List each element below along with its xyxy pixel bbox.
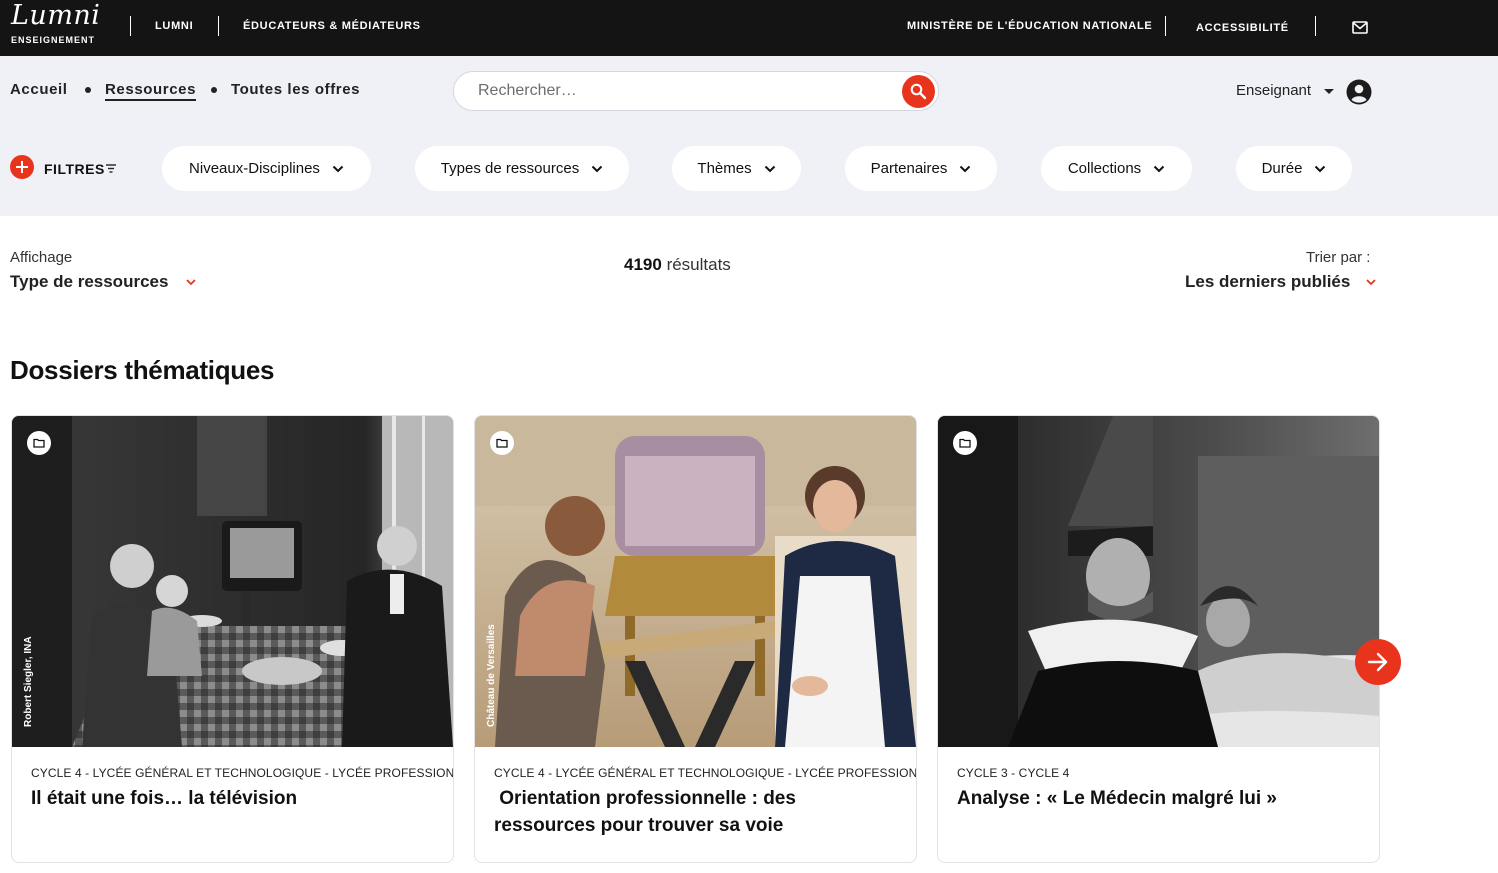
folder-icon [33, 438, 45, 448]
plus-icon [10, 155, 34, 179]
card-title[interactable]: Analyse : « Le Médecin malgré lui » [957, 785, 1362, 812]
filters-label: FILTRES [44, 161, 105, 177]
results-count: 4190 résultats [624, 255, 731, 275]
card-levels: CYCLE 4 - LYCÉE GÉNÉRAL ET TECHNOLOGIQUE… [494, 766, 917, 780]
user-icon[interactable] [1346, 79, 1372, 105]
chevron-down-icon [1153, 165, 1165, 172]
top-link-educateurs[interactable]: ÉDUCATEURS & MÉDIATEURS [243, 20, 421, 32]
chevron-down-icon [591, 165, 603, 172]
top-separator [218, 16, 219, 36]
card-title[interactable]: Orientation professionnelle : des ressou… [494, 785, 899, 839]
search-bar [453, 71, 939, 111]
display-selector[interactable]: Type de ressources [10, 272, 168, 292]
filter-label: Thèmes [697, 160, 752, 177]
filter-label: Niveaux-Disciplines [189, 160, 320, 177]
photo-credit: Château de Versailles [486, 624, 497, 727]
top-separator [130, 16, 131, 36]
top-link-lumni[interactable]: LUMNI [155, 20, 193, 32]
chevron-down-icon[interactable] [186, 279, 196, 286]
results-suffix: résultats [666, 255, 731, 274]
results-number: 4190 [624, 255, 662, 274]
filter-partenaires[interactable]: Partenaires [845, 146, 997, 191]
folder-icon [496, 438, 508, 448]
folder-badge [27, 431, 51, 455]
arrow-right-icon [1367, 652, 1388, 672]
breadcrumb-accueil[interactable]: Accueil [10, 81, 68, 98]
filter-collections[interactable]: Collections [1041, 146, 1192, 191]
dossier-card[interactable]: CYCLE 3 - CYCLE 4 Analyse : « Le Médecin… [937, 415, 1380, 863]
photo-credit: Robert Siegler, INA [23, 636, 34, 727]
breadcrumb-separator [211, 87, 217, 93]
display-label: Affichage [10, 249, 73, 266]
filter-label: Partenaires [870, 160, 948, 177]
breadcrumb-ressources[interactable]: Ressources [105, 81, 197, 101]
sort-label: Trier par : [1306, 249, 1371, 266]
filter-label: Types de ressources [440, 160, 580, 177]
top-link-accessibilite[interactable]: ACCESSIBILITÉ [1196, 22, 1289, 34]
chevron-down-icon [764, 165, 775, 172]
top-separator [1165, 16, 1166, 36]
carousel-next-button[interactable] [1355, 639, 1401, 685]
breadcrumb-separator [85, 87, 91, 93]
lumni-logo[interactable]: Lumni ENSEIGNEMENT [11, 0, 101, 46]
card-levels: CYCLE 3 - CYCLE 4 [957, 766, 1070, 780]
chevron-down-icon [1315, 165, 1326, 172]
card-photo [938, 416, 1379, 747]
filter-lines-icon [106, 164, 116, 173]
dossier-card[interactable]: Robert Siegler, INA CYCLE 4 - LYCÉE GÉNÉ… [11, 415, 454, 863]
card-image: Robert Siegler, INA [12, 416, 453, 747]
filter-themes[interactable]: Thèmes [672, 146, 801, 191]
card-levels: CYCLE 4 - LYCÉE GÉNÉRAL ET TECHNOLOGIQUE… [31, 766, 454, 780]
caret-down-icon[interactable] [1324, 89, 1334, 94]
folder-badge [490, 431, 514, 455]
filter-niveaux-disciplines[interactable]: Niveaux-Disciplines [162, 146, 371, 191]
search-input[interactable] [476, 80, 876, 102]
top-bar: Lumni ENSEIGNEMENT LUMNI ÉDUCATEURS & MÉ… [0, 0, 1498, 56]
card-image: Château de Versailles [475, 416, 916, 747]
search-button[interactable] [902, 75, 935, 108]
top-link-ministere[interactable]: MINISTÈRE DE L'ÉDUCATION NATIONALE [907, 20, 1152, 32]
logo-title: Lumni [11, 0, 101, 31]
filter-types-de-ressources[interactable]: Types de ressources [415, 146, 629, 191]
filter-label: Collections [1067, 160, 1142, 177]
top-separator [1315, 16, 1316, 36]
logo-subtitle: ENSEIGNEMENT [11, 35, 96, 45]
section-title: Dossiers thématiques [10, 355, 275, 385]
search-icon [910, 83, 927, 100]
folder-badge [953, 431, 977, 455]
chevron-down-icon [960, 165, 971, 172]
card-title[interactable]: Il était une fois… la télévision [31, 785, 436, 812]
mail-icon[interactable] [1352, 21, 1368, 34]
breadcrumb-toutes-les-offres[interactable]: Toutes les offres [231, 81, 360, 98]
card-image [938, 416, 1379, 747]
chevron-down-icon [332, 165, 344, 172]
profile-selector[interactable]: Enseignant [1236, 82, 1311, 99]
filter-duree[interactable]: Durée [1236, 146, 1352, 191]
folder-icon [959, 438, 971, 448]
sort-selector[interactable]: Les derniers publiés [1185, 272, 1350, 292]
chevron-down-icon[interactable] [1366, 279, 1376, 286]
dossier-card[interactable]: Château de Versailles CYCLE 4 - LYCÉE GÉ… [474, 415, 917, 863]
card-photo [475, 416, 916, 747]
filter-label: Durée [1261, 160, 1303, 177]
card-photo [12, 416, 453, 747]
